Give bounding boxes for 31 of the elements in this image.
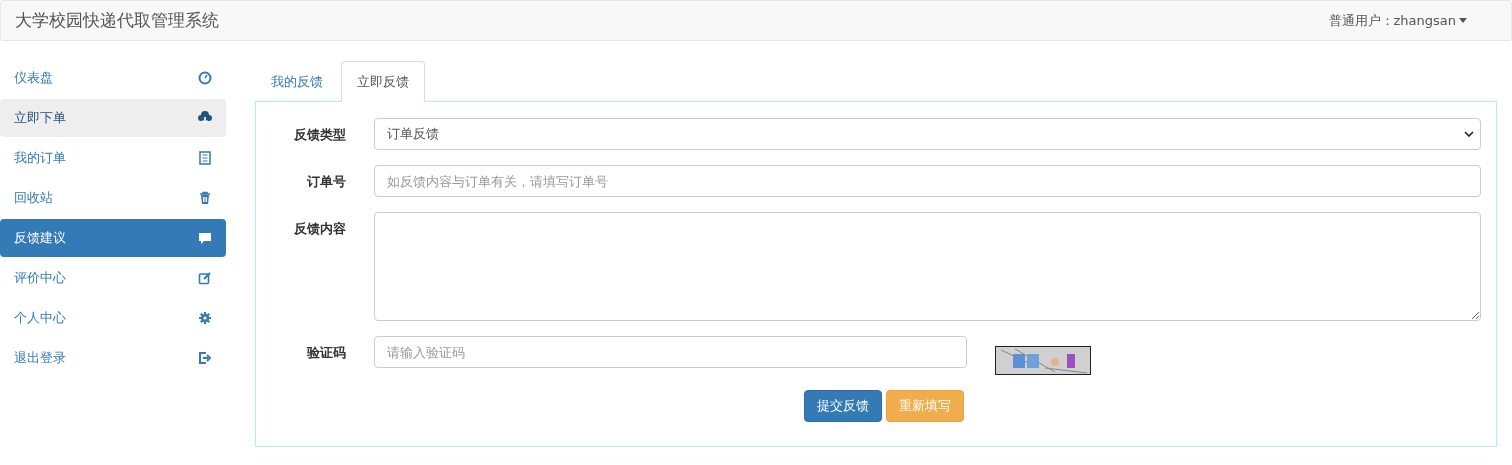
trash-icon — [198, 191, 212, 205]
sidebar-item[interactable]: 回收站 — [0, 179, 226, 217]
tab[interactable]: 我的反馈 — [255, 61, 339, 101]
chevron-icon — [1464, 131, 1474, 137]
app-title: 大学校园快递代取管理系统 — [15, 9, 219, 32]
sidebar-item[interactable]: 评价中心 — [0, 259, 226, 297]
list-icon — [198, 151, 212, 165]
edit-icon — [198, 271, 212, 285]
sidebar-item[interactable]: 立即下单 — [0, 99, 226, 137]
field-label: 反馈内容 — [293, 220, 346, 238]
dashboard-icon — [198, 71, 212, 85]
field-label: 反馈类型 — [293, 126, 346, 144]
select-field[interactable]: 订单反馈 — [374, 118, 1481, 150]
sidebar-item[interactable]: 个人中心 — [0, 299, 226, 337]
comment-icon — [198, 231, 212, 245]
settings-icon — [198, 311, 212, 325]
sidebar-item[interactable]: 仪表盘 — [0, 59, 226, 97]
logout-icon — [198, 351, 212, 365]
input-field[interactable]: 如反馈内容与订单有关，请填写订单号 — [374, 165, 1481, 197]
sidebar-item[interactable]: 退出登录 — [0, 339, 226, 377]
cloud-download-icon — [198, 111, 212, 125]
field-label: 订单号 — [306, 173, 346, 191]
tab[interactable]: 立即反馈 — [341, 61, 425, 102]
submit-button[interactable]: 提交反馈 — [803, 390, 882, 422]
text-area[interactable] — [374, 212, 1481, 321]
caret-icon — [1459, 18, 1467, 23]
user-menu[interactable]: 普通用户：zhangsan — [1328, 11, 1467, 30]
sidebar-item[interactable]: 反馈建议 — [0, 219, 226, 257]
field-label: 验证码 — [305, 344, 346, 362]
sidebar-item[interactable]: 我的订单 — [0, 139, 226, 177]
input-field[interactable]: 请输入验证码 — [374, 336, 967, 368]
